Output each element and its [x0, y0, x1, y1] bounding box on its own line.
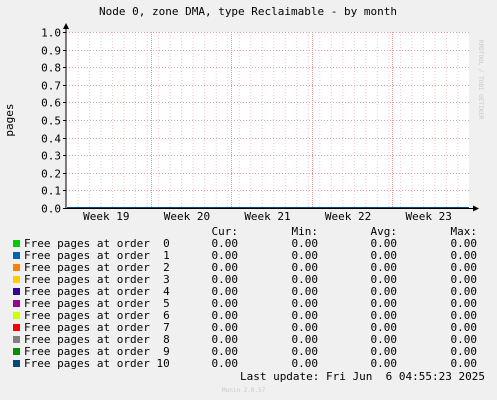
y-tick-label: 0.2: [41, 168, 61, 181]
legend-rows: Free pages at order 0 0.00 0.00 0.00 0.00 Fre…: [0, 238, 497, 370]
legend-min-value: 0.00: [291, 357, 319, 370]
x-tick-label: Week 19: [83, 210, 129, 223]
legend-cur-value: 0.00: [211, 357, 239, 370]
legend-swatch: [13, 348, 20, 355]
y-axis-arrow: [63, 23, 69, 29]
y-tick-label: 0.5: [41, 115, 61, 128]
legend-max-value: 0.00: [450, 357, 478, 370]
legend-swatch: [13, 264, 20, 271]
legend-swatch: [13, 360, 20, 367]
munin-version-footer: Munin 2.0.57: [222, 387, 266, 394]
legend-swatch: [13, 276, 20, 283]
x-axis-arrow: [473, 205, 479, 212]
rrdtool-watermark: RRDTOOL / TOBI OETIKER: [477, 40, 484, 120]
legend-swatch: [13, 300, 20, 307]
x-tick-label: Week 20: [164, 210, 210, 223]
legend-swatch: [13, 312, 20, 319]
y-tick-label: 1.0: [41, 27, 61, 40]
x-tick-label: Week 22: [325, 210, 371, 223]
last-update: Last update: Fri Jun 6 04:55:23 2025: [239, 370, 485, 383]
y-tick-label: 0.6: [41, 97, 61, 110]
legend-swatch: [13, 252, 20, 259]
legend-swatch: [13, 240, 20, 247]
legend-swatch: [13, 288, 20, 295]
legend-row: Free pages at order 10 0.00 0.00 0.00 0.00: [0, 358, 497, 370]
y-tick-label: 0.9: [41, 45, 61, 58]
legend-swatch: [13, 336, 20, 343]
chart-title: Node 0, zone DMA, type Reclaimable - by …: [99, 5, 397, 18]
legend-swatch: [13, 324, 20, 331]
y-tick-label: 0.0: [41, 203, 61, 216]
chart: Node 0, zone DMA, type Reclaimable - by …: [3, 5, 479, 223]
legend-series-name: Free pages at order 10: [24, 357, 170, 370]
y-tick-label: 0.4: [41, 133, 61, 146]
x-tick-label: Week 21: [244, 210, 290, 223]
y-tick-label: 0.7: [41, 80, 61, 93]
legend-avg-value: 0.00: [370, 357, 398, 370]
y-axis-label: pages: [3, 103, 16, 136]
y-tick-label: 0.1: [41, 185, 61, 198]
y-tick-label: 0.8: [41, 62, 61, 75]
y-tick-label: 0.3: [41, 150, 61, 163]
legend: Cur: Min: Avg: Max: Free pages at order …: [0, 226, 497, 370]
x-tick-label: Week 23: [406, 210, 452, 223]
